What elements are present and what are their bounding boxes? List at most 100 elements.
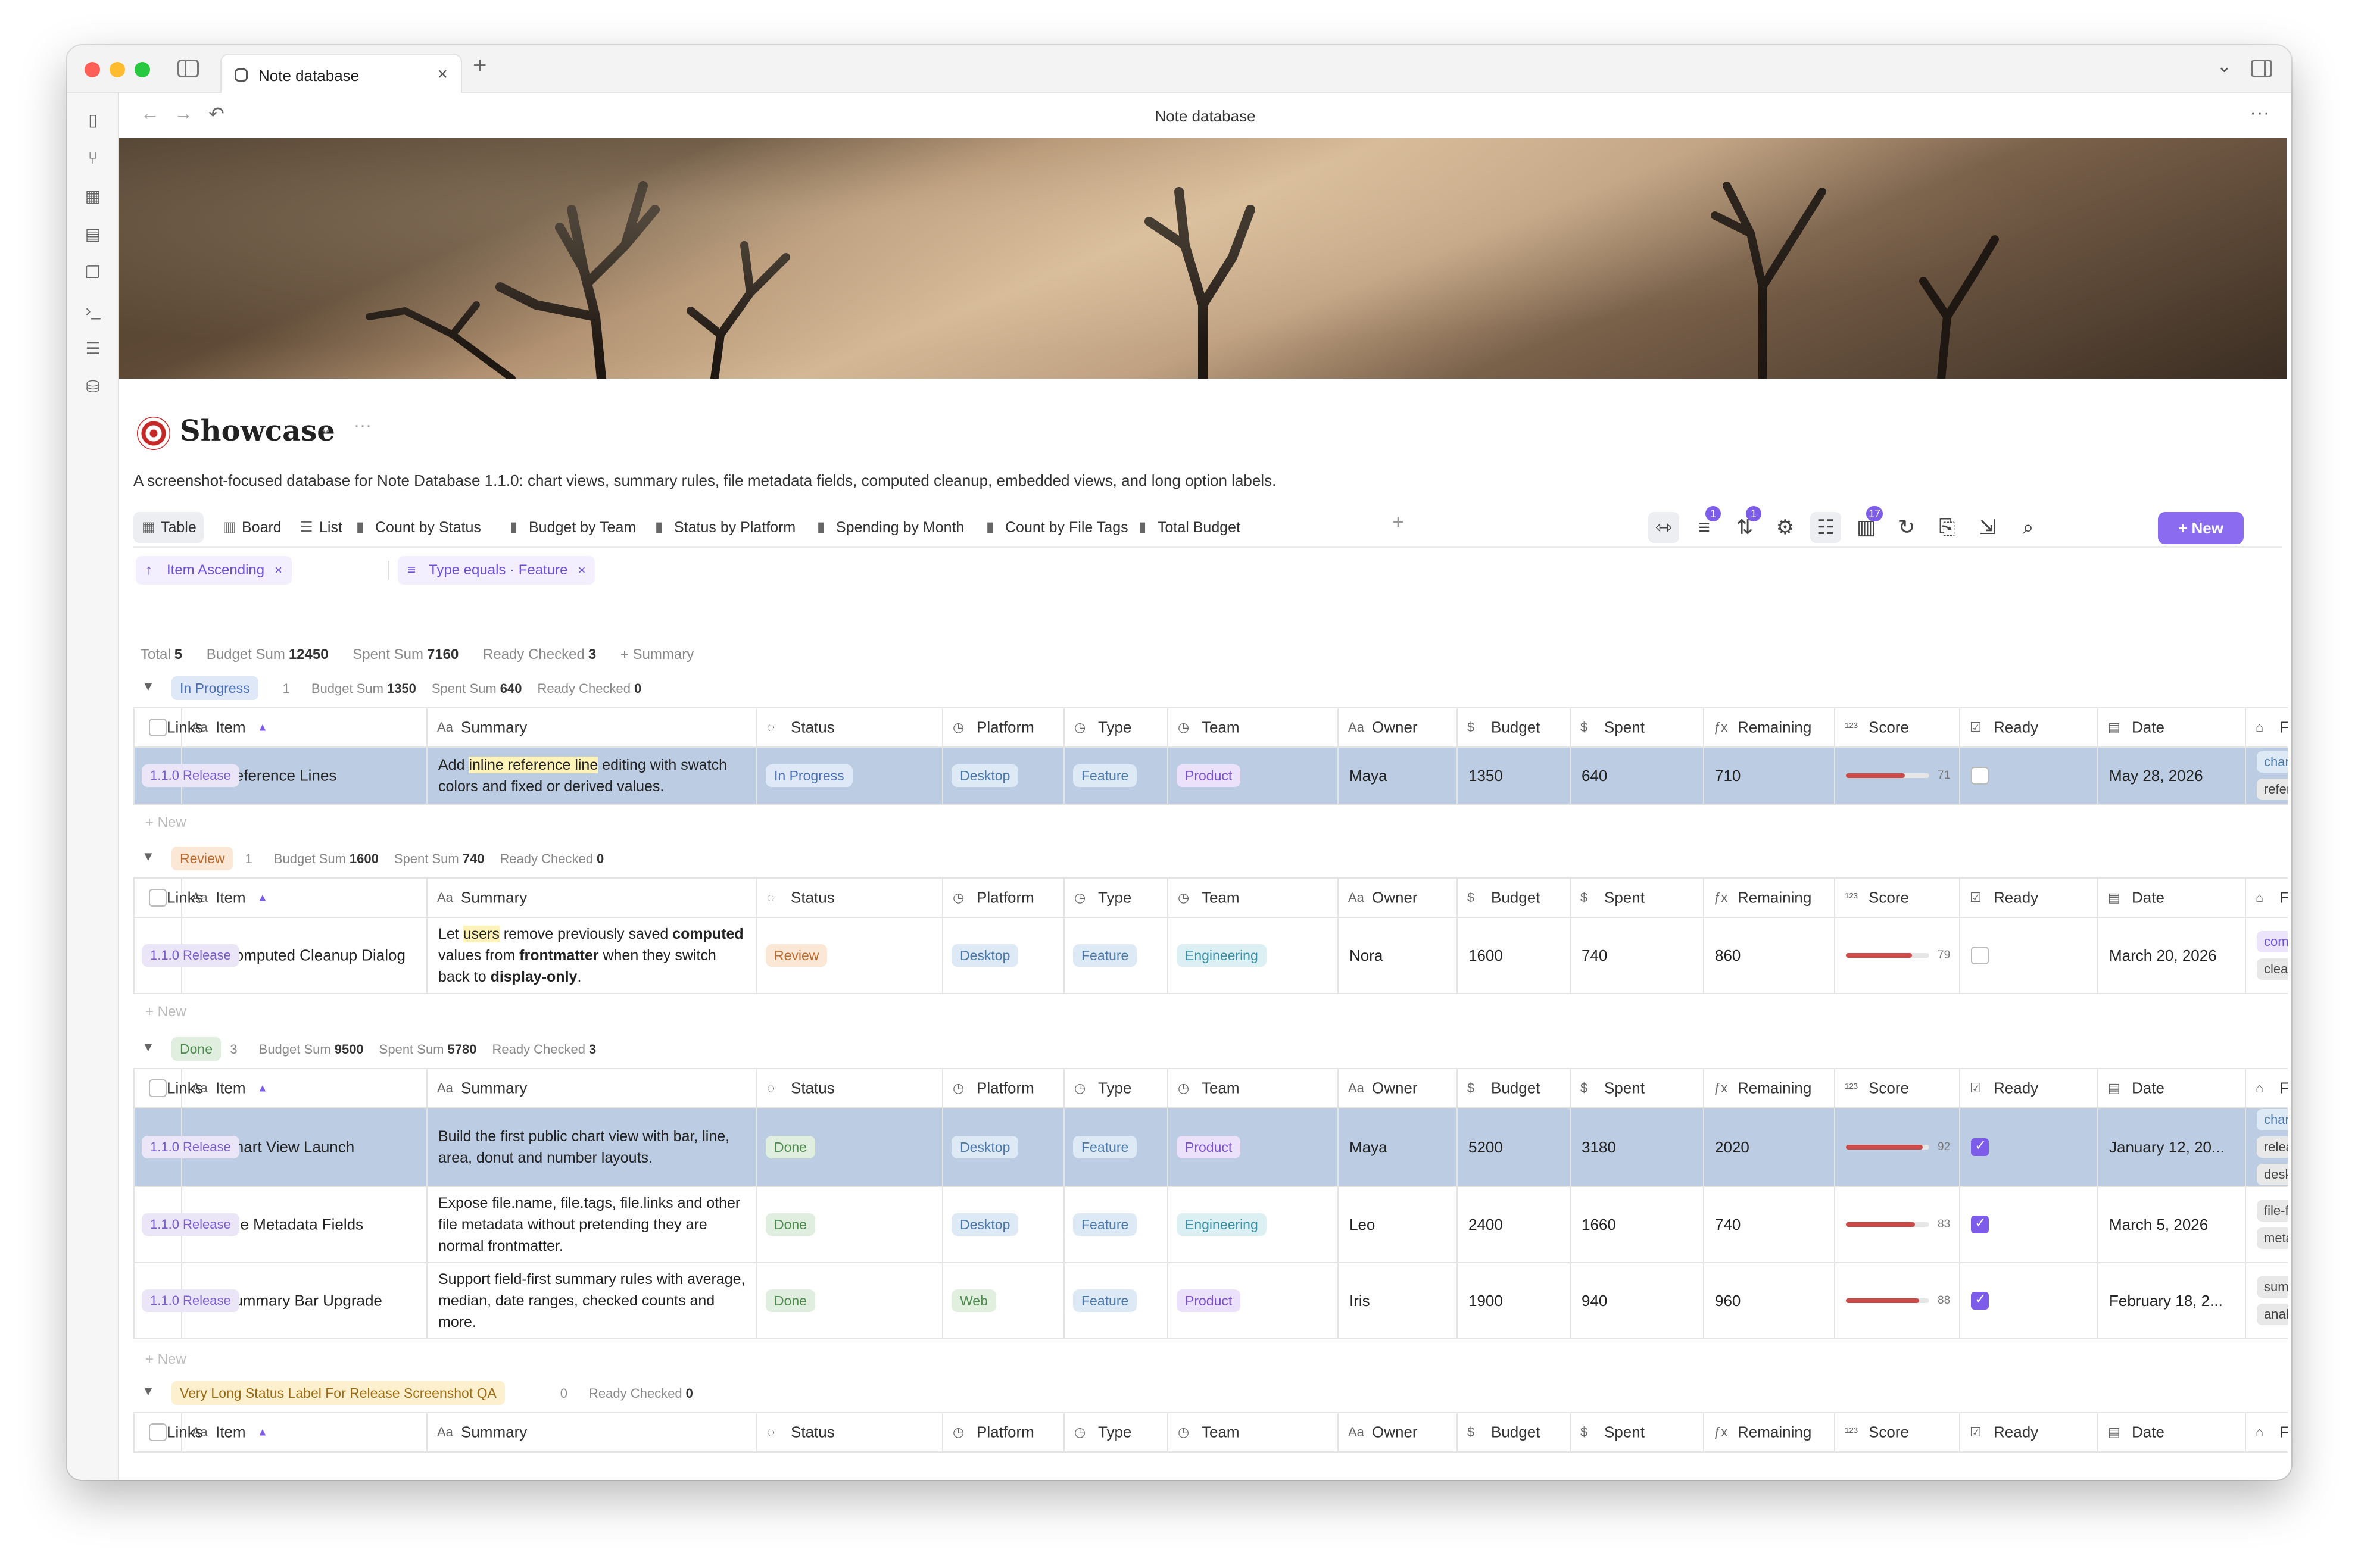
owner-cell[interactable]: Maya xyxy=(1339,1108,1458,1186)
column-header-file-tags[interactable]: ⌂ File Tags xyxy=(2246,879,2288,917)
ready-checkbox[interactable] xyxy=(1971,1137,1989,1156)
score-cell[interactable]: 79 xyxy=(1835,918,1960,993)
status-cell[interactable]: Done xyxy=(757,1187,943,1262)
ready-cell[interactable] xyxy=(1960,1108,2098,1186)
column-header-spent[interactable]: $ Spent xyxy=(1571,1069,1704,1107)
summary-cell[interactable]: Add inline reference line editing with s… xyxy=(428,748,757,804)
column-header-budget[interactable]: $ Budget xyxy=(1458,1069,1571,1107)
filter-icon[interactable]: ≡ 1 xyxy=(1689,506,1721,543)
add-new-row-button[interactable]: + New xyxy=(145,1351,186,1368)
column-header-remaining[interactable]: ƒx Remaining xyxy=(1704,1413,1835,1451)
type-cell[interactable]: Feature xyxy=(1065,1108,1168,1186)
table-row[interactable]: 📌Reference LinesAdd inline reference lin… xyxy=(133,748,2288,805)
table-row[interactable]: ▤File Metadata FieldsExpose file.name, f… xyxy=(133,1187,2288,1263)
new-tab-button[interactable]: + xyxy=(473,52,486,79)
ready-checkbox[interactable] xyxy=(1971,767,1989,785)
column-header-file-tags[interactable]: ⌂ File Tags xyxy=(2246,1069,2288,1107)
owner-cell[interactable]: Nora xyxy=(1339,918,1458,993)
column-header-owner[interactable]: Aa Owner xyxy=(1339,1413,1458,1451)
remove-filter-icon[interactable]: × xyxy=(578,556,586,585)
file-tag[interactable]: release xyxy=(2257,1136,2288,1158)
column-header-item[interactable]: Aa Item ▲ xyxy=(182,1069,428,1107)
column-header-ready[interactable]: ☑ Ready xyxy=(1960,1069,2098,1107)
spent-cell[interactable]: 3180 xyxy=(1571,1108,1704,1186)
column-header-platform[interactable]: ◷ Platform xyxy=(943,879,1065,917)
column-header-type[interactable]: ◷ Type xyxy=(1065,1413,1168,1451)
column-header-budget[interactable]: $ Budget xyxy=(1458,1413,1571,1451)
group-icon[interactable]: ☷ xyxy=(1810,512,1841,543)
type-cell[interactable]: Feature xyxy=(1065,748,1168,804)
chevron-down-icon[interactable]: ⌄ xyxy=(319,419,332,438)
grid-icon[interactable]: ▦ xyxy=(83,187,102,206)
summary-cell[interactable]: Build the first public chart view with b… xyxy=(428,1108,757,1186)
column-header-owner[interactable]: Aa Owner xyxy=(1339,708,1458,746)
owner-cell[interactable]: Iris xyxy=(1339,1263,1458,1338)
column-header-type[interactable]: ◷ Type xyxy=(1065,708,1168,746)
column-header-summary[interactable]: Aa Summary xyxy=(428,1413,757,1451)
status-cell[interactable]: Review xyxy=(757,918,943,993)
chevron-down-icon[interactable]: ▼ xyxy=(142,1039,155,1055)
summary-cell[interactable]: Support field-first summary rules with a… xyxy=(428,1263,757,1338)
budget-cell[interactable]: 1600 xyxy=(1458,918,1571,993)
ready-checkbox[interactable] xyxy=(1971,1291,1989,1310)
column-header-date[interactable]: ▤ Date xyxy=(2098,708,2246,746)
type-cell[interactable]: Feature xyxy=(1065,918,1168,993)
score-cell[interactable]: 92 xyxy=(1835,1108,1960,1186)
budget-cell[interactable]: 1900 xyxy=(1458,1263,1571,1338)
table-row[interactable]: ▤Computed Cleanup DialogLet users remove… xyxy=(133,918,2288,994)
calendar-icon[interactable]: ▤ xyxy=(83,225,102,244)
forward-icon[interactable]: → xyxy=(174,102,193,124)
file-tags-cell[interactable]: chart reference-line xyxy=(2246,748,2288,804)
sort-chip[interactable]: ↑ Item Ascending × xyxy=(136,556,292,585)
list-icon[interactable]: ☰ xyxy=(83,339,102,358)
budget-cell[interactable]: 2400 xyxy=(1458,1187,1571,1262)
add-view-icon[interactable]: + xyxy=(1392,511,1404,534)
column-header-item[interactable]: Aa Item ▲ xyxy=(182,708,428,746)
view-tab-list[interactable]: ☰ List xyxy=(292,512,350,543)
select-all-checkbox[interactable] xyxy=(149,719,167,736)
column-header-date[interactable]: ▤ Date xyxy=(2098,879,2246,917)
filter-chip[interactable]: ≡ Type equals · Feature × xyxy=(398,556,595,585)
summary-cell[interactable]: Let users remove previously saved comput… xyxy=(428,918,757,993)
team-cell[interactable]: Engineering xyxy=(1168,918,1339,993)
platform-cell[interactable]: Desktop xyxy=(943,918,1065,993)
column-header-status[interactable]: ◌ Status xyxy=(757,879,943,917)
link-pill[interactable]: 1.1.0 Release xyxy=(142,1213,239,1236)
terminal-icon[interactable]: ›_ xyxy=(83,301,102,320)
status-cell[interactable]: Done xyxy=(757,1108,943,1186)
team-cell[interactable]: Engineering xyxy=(1168,1187,1339,1262)
platform-cell[interactable]: Desktop xyxy=(943,1108,1065,1186)
view-tab-count-by-status[interactable]: ▮ Count by Status xyxy=(348,512,488,543)
links-cell[interactable]: 1.1.0 Release xyxy=(133,1187,239,1262)
column-header-team[interactable]: ◷ Team xyxy=(1168,708,1339,746)
platform-cell[interactable]: Desktop xyxy=(943,1187,1065,1262)
column-header-ready[interactable]: ☑ Ready xyxy=(1960,708,2098,746)
links-cell[interactable]: 1.1.0 Release xyxy=(133,748,239,804)
column-header-date[interactable]: ▤ Date xyxy=(2098,1413,2246,1451)
column-header-ready[interactable]: ☑ Ready xyxy=(1960,1413,2098,1451)
column-header-summary[interactable]: Aa Summary xyxy=(428,708,757,746)
column-header-status[interactable]: ◌ Status xyxy=(757,1069,943,1107)
column-header-links[interactable]: Links xyxy=(133,879,203,917)
file-tag[interactable]: computed xyxy=(2257,931,2288,952)
column-header-item[interactable]: Aa Item ▲ xyxy=(182,879,428,917)
column-header-file-tags[interactable]: ⌂ File Tags xyxy=(2246,708,2288,746)
status-cell[interactable]: Done xyxy=(757,1263,943,1338)
date-cell[interactable]: May 28, 2026 xyxy=(2098,748,2246,804)
file-search-icon[interactable]: ▯ xyxy=(83,111,102,130)
column-header-summary[interactable]: Aa Summary xyxy=(428,879,757,917)
clipboard-icon[interactable]: ⎘ xyxy=(1932,512,1963,543)
database-icon[interactable]: ⛁ xyxy=(83,377,102,396)
file-tags-cell[interactable]: file-fields metadata xyxy=(2246,1187,2288,1262)
date-cell[interactable]: January 12, 20... xyxy=(2098,1108,2246,1186)
table-row[interactable]: ▤Chart View LaunchBuild the first public… xyxy=(133,1108,2288,1187)
column-header-type[interactable]: ◷ Type xyxy=(1065,879,1168,917)
view-tab-budget-by-team[interactable]: ▮ Budget by Team xyxy=(501,512,643,543)
link-pill[interactable]: 1.1.0 Release xyxy=(142,944,239,967)
column-header-owner[interactable]: Aa Owner xyxy=(1339,879,1458,917)
budget-cell[interactable]: 5200 xyxy=(1458,1108,1571,1186)
ready-checkbox[interactable] xyxy=(1971,947,1989,964)
settings-icon[interactable]: ⚙ xyxy=(1770,512,1801,543)
file-tag[interactable]: metadata xyxy=(2257,1227,2288,1249)
graph-icon[interactable]: ⑂ xyxy=(83,149,102,168)
